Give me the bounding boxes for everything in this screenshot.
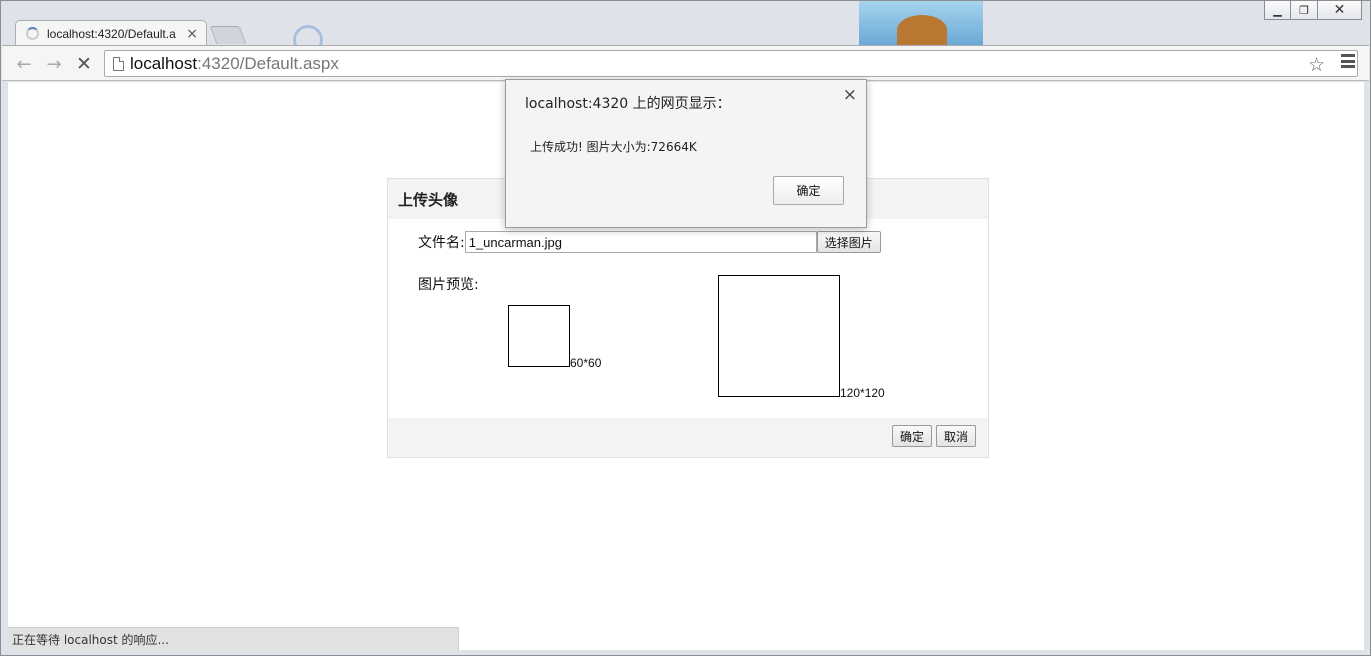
preview-small xyxy=(508,305,570,367)
dialog-message: 上传成功! 图片大小为:72664K xyxy=(530,140,697,154)
file-name-input[interactable] xyxy=(464,231,817,253)
tab-title: localhost:4320/Default.a xyxy=(47,26,176,41)
menu-icon[interactable] xyxy=(1341,54,1355,68)
dialog-ok-button[interactable]: 确定 xyxy=(773,176,844,205)
dialog-title: localhost:4320 上的网页显示： xyxy=(525,96,731,112)
footer-buttons: 确定 取消 xyxy=(891,425,976,447)
status-bar: 正在等待 localhost 的响应... xyxy=(8,627,459,650)
forward-arrow-icon[interactable]: → xyxy=(42,52,66,76)
back-arrow-icon[interactable]: ← xyxy=(12,52,36,76)
small-size-label: 60*60 xyxy=(570,356,602,370)
alert-dialog: localhost:4320 上的网页显示： × 上传成功! 图片大小为:726… xyxy=(505,79,867,228)
address-bar[interactable]: localhost:4320/Default.aspx ☆ xyxy=(104,50,1358,77)
file-row: 文件名: 选择图片 xyxy=(418,231,881,253)
preview-large xyxy=(718,275,840,397)
large-size-label: 120*120 xyxy=(840,386,885,400)
background-image-bleed xyxy=(859,1,983,45)
confirm-button[interactable]: 确定 xyxy=(891,425,932,447)
browser-toolbar: ← → ✕ localhost:4320/Default.aspx ☆ xyxy=(2,45,1369,81)
new-tab-button[interactable] xyxy=(209,26,247,44)
loading-spinner-icon xyxy=(26,27,39,40)
stop-icon[interactable]: ✕ xyxy=(72,52,96,76)
panel-title: 上传头像 xyxy=(398,190,459,209)
window-controls: ▁ ❐ ✕ xyxy=(1264,1,1362,20)
restore-icon[interactable]: ❐ xyxy=(1291,1,1318,20)
browser-tab[interactable]: localhost:4320/Default.a × xyxy=(15,20,207,46)
background-desktop-bleed xyxy=(281,1,741,55)
tab-close-icon[interactable]: × xyxy=(186,26,198,42)
url-path: :4320/Default.aspx xyxy=(197,53,339,73)
preview-label: 图片预览: xyxy=(418,277,479,293)
panel-footer: 确定 取消 xyxy=(388,418,988,457)
url-host: localhost xyxy=(130,53,198,73)
minimize-icon[interactable]: ▁ xyxy=(1264,1,1291,20)
page-icon xyxy=(113,56,124,71)
dialog-close-icon[interactable]: × xyxy=(843,85,857,105)
cancel-button[interactable]: 取消 xyxy=(935,425,976,447)
file-label: 文件名: xyxy=(418,235,465,251)
close-icon[interactable]: ✕ xyxy=(1318,1,1362,20)
bookmark-star-icon[interactable]: ☆ xyxy=(1308,54,1325,76)
select-image-button[interactable]: 选择图片 xyxy=(816,231,881,253)
browser-window: ▁ ❐ ✕ localhost:4320/Default.a × ← → ✕ l… xyxy=(0,0,1371,656)
